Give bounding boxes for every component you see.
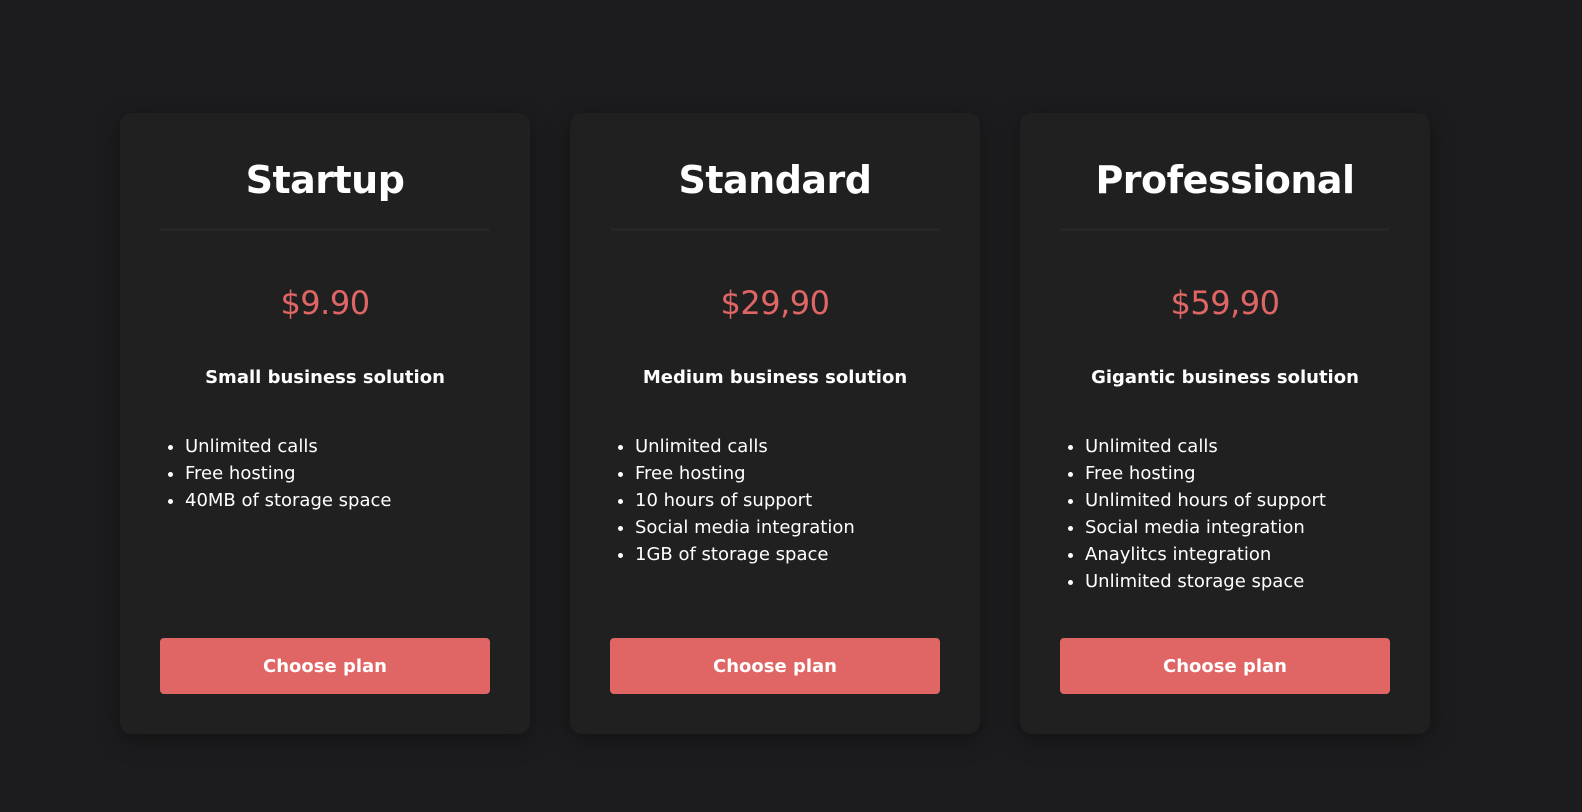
feature-item: Free hosting: [635, 460, 940, 487]
plan-card-standard: Standard $29,90 Medium business solution…: [570, 113, 980, 734]
feature-list: Unlimited calls Free hosting 40MB of sto…: [160, 433, 490, 514]
plan-card-startup: Startup $9.90 Small business solution Un…: [120, 113, 530, 734]
feature-item: 1GB of storage space: [635, 541, 940, 568]
choose-plan-button[interactable]: Choose plan: [610, 638, 940, 694]
plan-price: $59,90: [1170, 284, 1280, 322]
plan-title: Professional: [1095, 158, 1355, 202]
feature-item: Unlimited storage space: [1085, 568, 1390, 595]
plan-subtitle: Small business solution: [205, 367, 445, 388]
feature-item: Anaylitcs integration: [1085, 541, 1390, 568]
plan-title: Standard: [678, 158, 872, 202]
feature-item: 40MB of storage space: [185, 487, 490, 514]
feature-item: Social media integration: [635, 514, 940, 541]
plan-title: Startup: [245, 158, 405, 202]
pricing-section: Startup $9.90 Small business solution Un…: [120, 113, 1430, 734]
feature-item: Free hosting: [185, 460, 490, 487]
feature-item: 10 hours of support: [635, 487, 940, 514]
plan-price: $9.90: [280, 284, 370, 322]
choose-plan-button[interactable]: Choose plan: [1060, 638, 1390, 694]
feature-item: Unlimited calls: [1085, 433, 1390, 460]
plan-card-professional: Professional $59,90 Gigantic business so…: [1020, 113, 1430, 734]
plan-price: $29,90: [720, 284, 830, 322]
feature-item: Unlimited hours of support: [1085, 487, 1390, 514]
feature-item: Unlimited calls: [635, 433, 940, 460]
feature-item: Free hosting: [1085, 460, 1390, 487]
feature-item: Social media integration: [1085, 514, 1390, 541]
divider: [610, 228, 940, 231]
divider: [160, 228, 490, 231]
choose-plan-button[interactable]: Choose plan: [160, 638, 490, 694]
divider: [1060, 228, 1390, 231]
plan-subtitle: Gigantic business solution: [1091, 367, 1359, 388]
plan-subtitle: Medium business solution: [642, 367, 908, 388]
feature-item: Unlimited calls: [185, 433, 490, 460]
feature-list: Unlimited calls Free hosting 10 hours of…: [610, 433, 940, 568]
feature-list: Unlimited calls Free hosting Unlimited h…: [1060, 433, 1390, 595]
